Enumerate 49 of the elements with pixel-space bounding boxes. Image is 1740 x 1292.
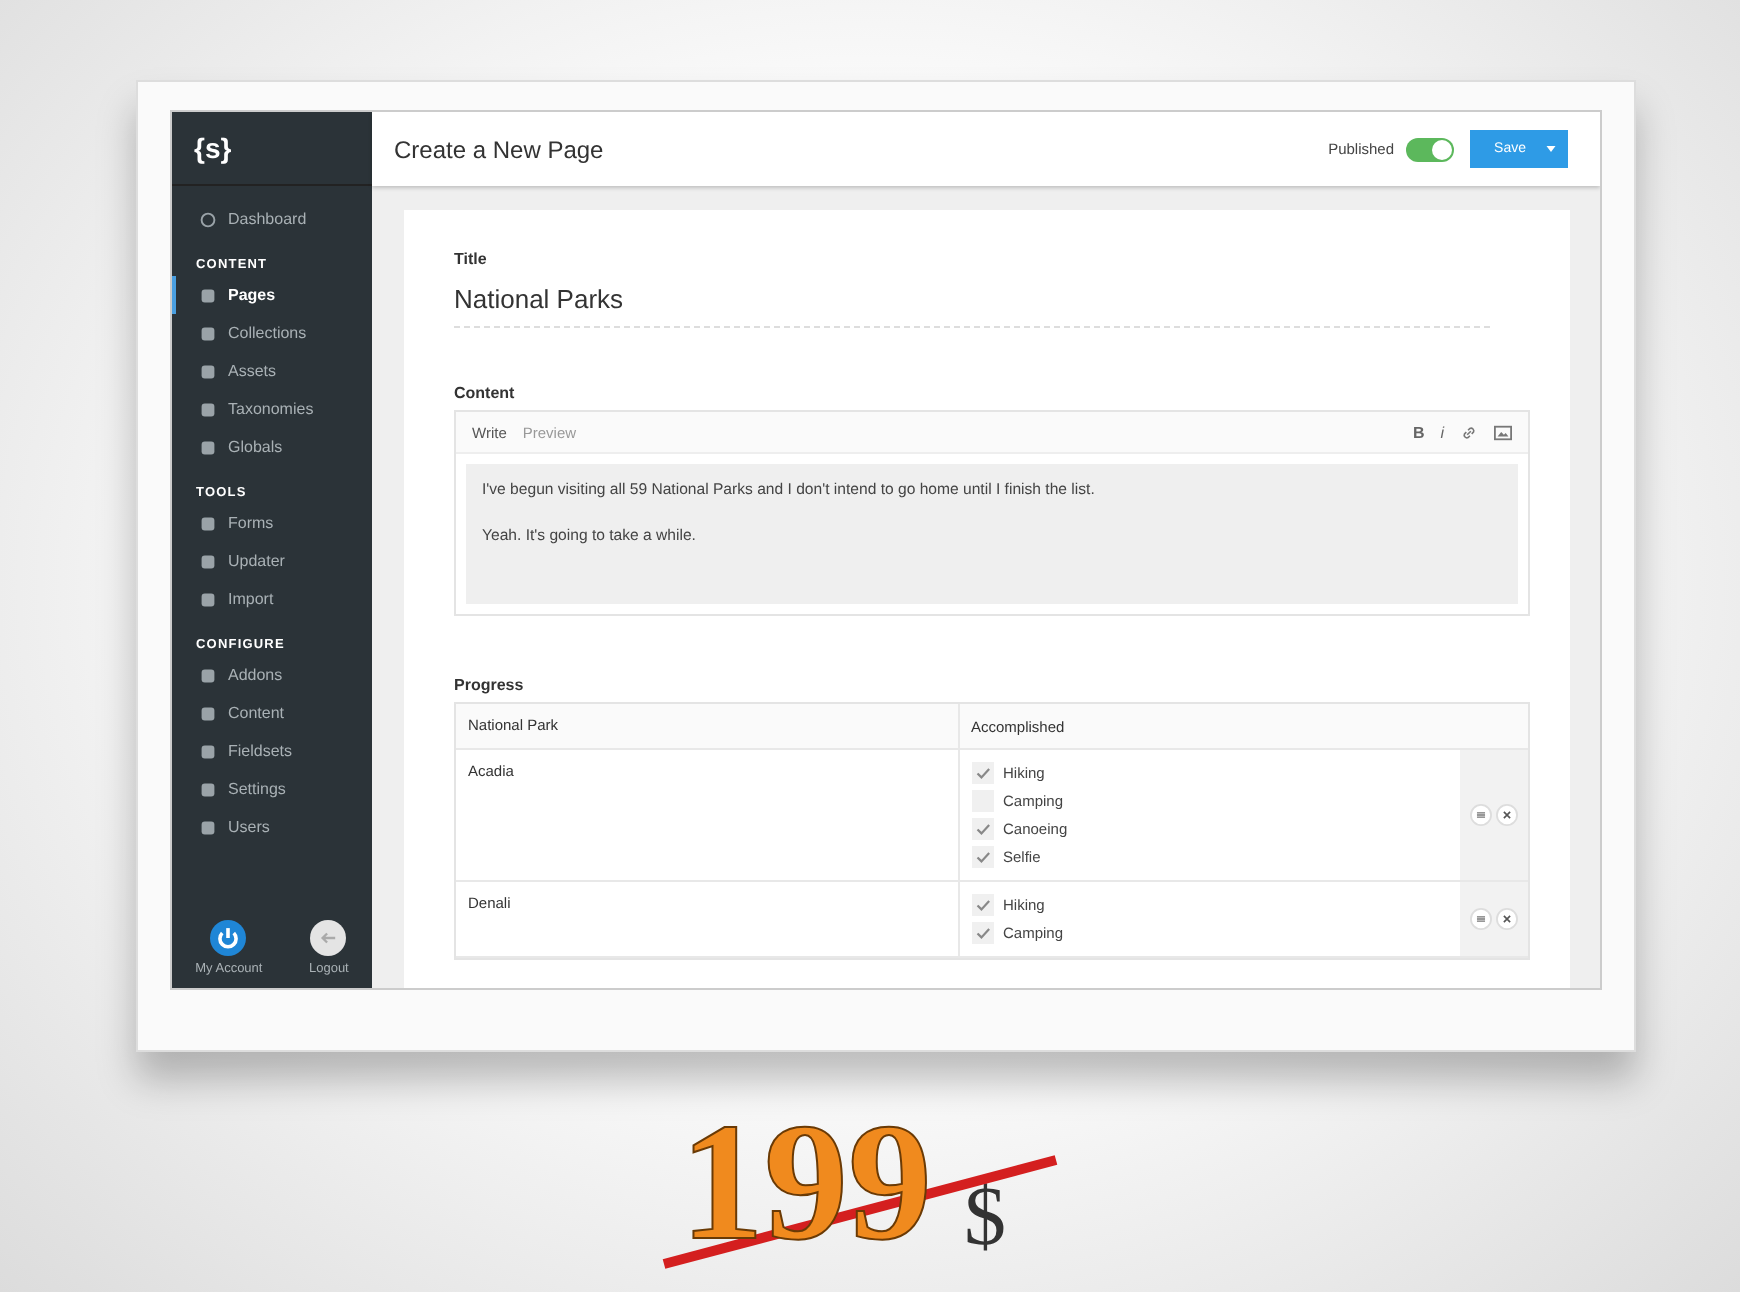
power-icon[interactable] [210,920,247,956]
link-icon[interactable] [1460,423,1478,441]
sidebar-item[interactable]: Users [172,808,372,846]
sidebar-item[interactable]: Settings [172,770,372,808]
square-icon [200,439,216,455]
square-icon [200,401,216,417]
square-icon [200,591,216,607]
field-label: Content [454,384,517,402]
checkbox[interactable] [971,818,993,840]
published-toggle[interactable] [1406,137,1455,161]
sidebar-item[interactable]: Updater [172,542,372,580]
circle-icon [200,211,216,227]
currency-sign: $ [964,1170,1006,1268]
sidebar-item[interactable]: Addons [172,656,372,694]
sidebar-item[interactable]: Taxonomies [172,390,372,428]
square-icon [200,363,216,379]
sidebar-item[interactable]: Collections [172,314,372,352]
sidebar-item[interactable]: Content [172,694,372,732]
image-icon[interactable] [1494,423,1512,441]
checkbox[interactable] [971,894,993,916]
square-icon [200,743,216,759]
sidebar-item[interactable]: Assets [172,352,372,390]
sidebar-item[interactable]: Forms [172,504,372,542]
field-label: Title [454,250,489,268]
drag-handle-icon[interactable] [1470,908,1492,930]
close-icon[interactable] [1496,804,1518,826]
field-label: Progress [454,676,526,694]
page-title: Create a New Page [394,135,606,163]
close-icon[interactable] [1496,908,1518,930]
caret-icon [1546,146,1556,152]
square-icon [200,819,216,835]
square-icon [200,325,216,341]
title-input[interactable]: National Parks [454,268,1490,328]
drag-handle-icon[interactable] [1470,804,1492,826]
checkbox[interactable] [971,922,993,944]
square-icon [200,705,216,721]
square-icon [200,515,216,531]
square-icon [200,287,216,303]
square-icon [200,553,216,569]
square-icon [200,781,216,797]
sidebar-item[interactable]: Fieldsets [172,732,372,770]
format-button[interactable]: i [1440,423,1444,441]
checkbox[interactable] [971,846,993,868]
format-button[interactable]: B [1412,423,1425,441]
sidebar-item[interactable]: Dashboard [172,200,372,238]
square-icon [200,667,216,683]
sidebar-item[interactable]: Import [172,580,372,618]
sidebar-item[interactable]: Globals [172,428,372,466]
checkbox[interactable] [971,762,993,784]
